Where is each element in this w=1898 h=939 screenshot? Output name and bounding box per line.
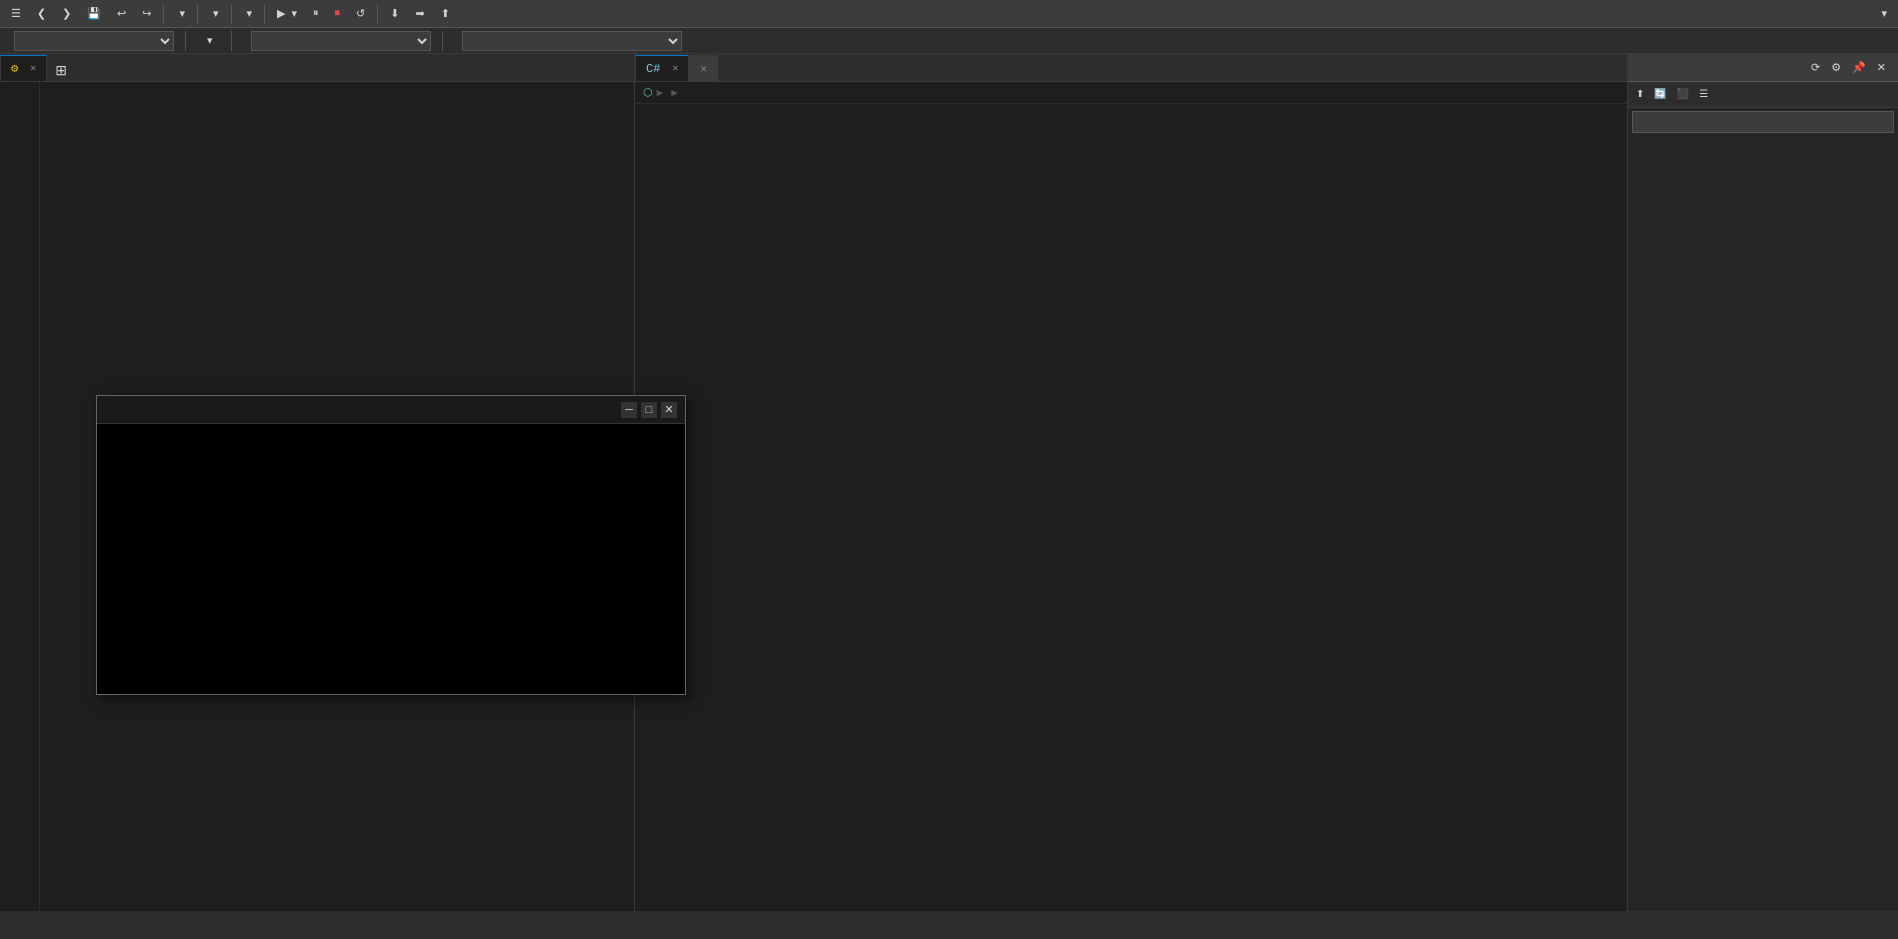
save-btn[interactable]: 💾 [80,3,108,25]
se-sync-btn[interactable]: ⟳ [1807,59,1824,76]
redo-btn[interactable]: ↪ [135,3,158,25]
xml-tab-close[interactable]: ✕ [30,63,36,75]
proc-sep1 [185,31,186,51]
lifecycle-dropdown[interactable]: ▾ [197,30,220,52]
solution-explorer-header: ⟳ ⚙ 📌 ✕ [1628,54,1898,82]
restart-btn[interactable]: ↺ [349,3,372,25]
cs-tab2[interactable]: ✕ [689,55,718,81]
se-pin-btn[interactable]: 📌 [1848,59,1870,76]
solution-explorer-panel: ⟳ ⚙ 📌 ✕ ⬆ 🔄 ⬛ ☰ [1628,54,1898,911]
proc-sep3 [442,31,443,51]
cs-tab-close[interactable]: ✕ [672,63,678,75]
xml-tab-bar: ⚙ ✕ ⊞ [0,54,634,82]
app-insights-btn[interactable]: ▾ [1871,3,1894,25]
console-titlebar: ─ □ ✕ [97,396,685,424]
cs-editor-panel: C# ✕ ✕ ⬡ ▶ ▶ [635,54,1628,911]
cs-tab[interactable]: C# ✕ [635,55,689,81]
se-tb-btn3[interactable]: ⬛ [1673,87,1693,102]
breadcrumb-namespace: ⬡ [643,86,653,100]
xml-dropdown[interactable]: ▾ [237,3,260,25]
console-minimize-btn[interactable]: ─ [621,402,637,418]
sep1 [163,4,164,24]
sep5 [377,4,378,24]
add-vertical-split[interactable]: ⊞ [51,60,71,81]
se-toolbar: ⬆ 🔄 ⬛ ☰ [1628,82,1898,108]
console-titlebar-buttons: ─ □ ✕ [621,402,677,418]
step-over-btn[interactable]: ➡ [408,3,431,25]
continue-btn[interactable]: ▶ ▾ [270,3,304,25]
breadcrumb-sep2: ▶ [671,86,678,100]
step-out-btn[interactable]: ⬆ [434,3,457,25]
xml-line-numbers [0,82,40,911]
console-maximize-btn[interactable]: □ [641,402,657,418]
sep3 [231,4,232,24]
sep2 [197,4,198,24]
se-tb-btn4[interactable]: ☰ [1695,87,1712,102]
solution-tree [1628,136,1898,911]
pause-btn[interactable]: ⏸ [306,3,326,25]
breadcrumb-sep1: ▶ [657,86,664,100]
se-tb-btn1[interactable]: ⬆ [1632,87,1648,102]
se-filter-btn[interactable]: ⚙ [1827,59,1845,76]
se-close-btn[interactable]: ✕ [1873,59,1890,76]
cs-code-content[interactable] [691,104,1627,911]
cs-editor-area [635,104,1627,911]
file-menu[interactable]: ☰ [4,3,28,25]
se-tb-btn2[interactable]: 🔄 [1650,87,1670,102]
proc-sep2 [231,31,232,51]
xml-tab[interactable]: ⚙ ✕ [0,55,47,81]
menu-toolbar: ☰ ❮ ❯ 💾 ↩ ↪ ▾ ▾ ▾ ▶ ▾ ⏸ ⏹ ↺ ⬇ ➡ ⬆ ▾ [0,0,1898,28]
process-select[interactable] [14,31,174,51]
xml-tab-icon: ⚙ [11,61,18,76]
step-into-btn[interactable]: ⬇ [383,3,406,25]
cs-breadcrumb: ⬡ ▶ ▶ [635,82,1627,104]
console-body [97,424,685,694]
stop-btn[interactable]: ⏹ [328,3,348,25]
console-close-btn[interactable]: ✕ [661,402,677,418]
debug-dropdown[interactable]: ▾ [169,3,192,25]
thread-select[interactable] [251,31,431,51]
forward-btn[interactable]: ❯ [55,3,78,25]
cs-tab-icon: C# [646,62,660,76]
process-bar: ▾ [0,28,1898,54]
solution-search-input[interactable] [1632,111,1894,133]
cpu-dropdown[interactable]: ▾ [203,3,226,25]
sep4 [264,4,265,24]
back-btn[interactable]: ❮ [30,3,53,25]
cs-tab-bar: C# ✕ ✕ [635,54,1627,82]
undo-btn[interactable]: ↩ [110,3,133,25]
stack-frame-select[interactable] [462,31,682,51]
console-window: ─ □ ✕ [96,395,686,695]
